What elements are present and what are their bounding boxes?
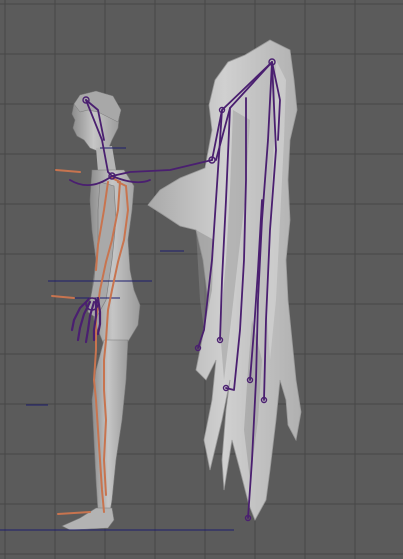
3d-viewport[interactable] xyxy=(0,0,403,559)
viewport-canvas[interactable] xyxy=(0,0,403,559)
wing-mesh[interactable] xyxy=(147,39,302,521)
